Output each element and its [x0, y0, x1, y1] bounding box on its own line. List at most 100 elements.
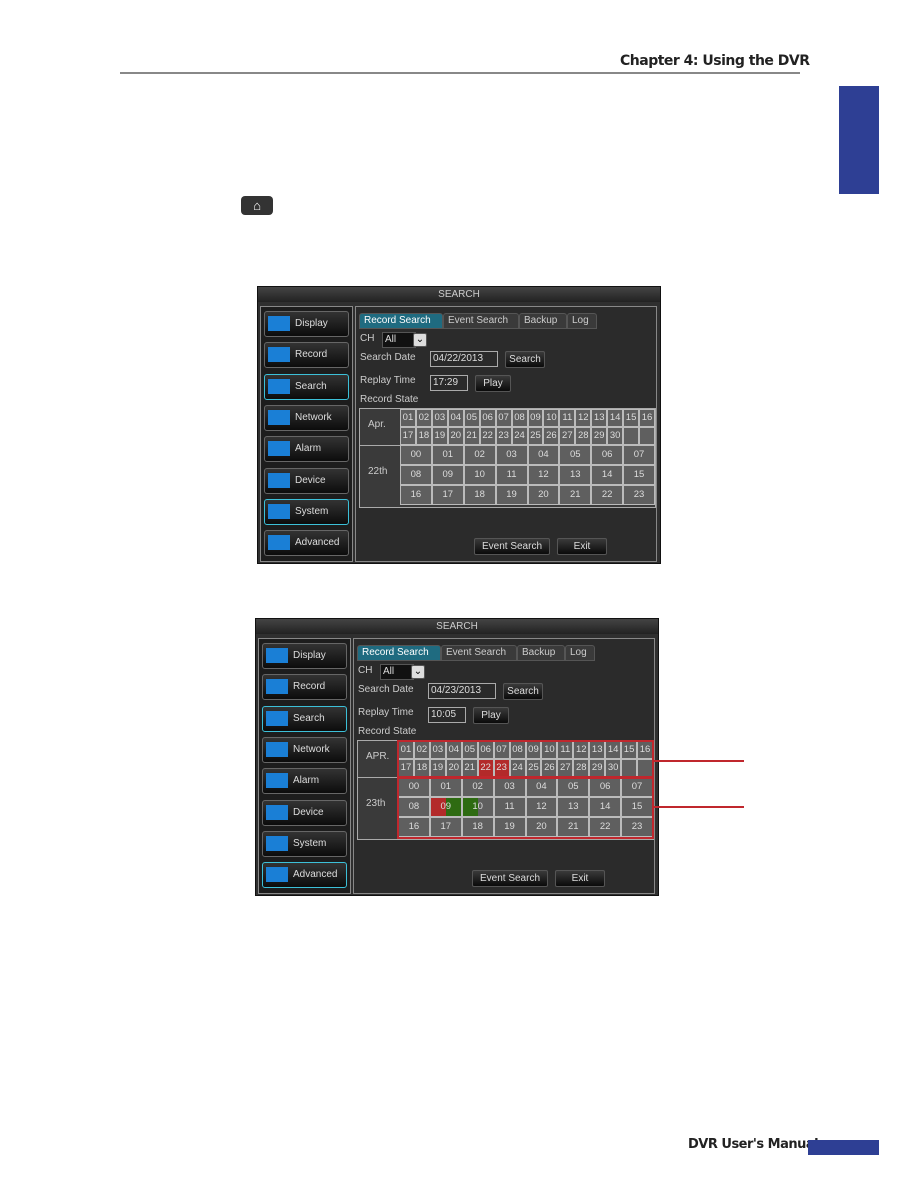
replay-time-input[interactable]: 10:05 [428, 707, 466, 723]
search-date-input[interactable]: 04/23/2013 [428, 683, 496, 699]
menu-item-advanced[interactable]: Advanced [264, 530, 349, 557]
menu-item-system[interactable]: System [264, 498, 349, 525]
day-cell[interactable]: 12 [575, 409, 592, 427]
menu-item-network[interactable]: Network [262, 736, 347, 763]
exit-button[interactable]: Exit [555, 870, 605, 887]
day-cell[interactable]: 26 [543, 427, 560, 445]
day-cell[interactable]: 20 [447, 427, 464, 445]
day-cell[interactable]: 07 [495, 409, 512, 427]
hour-cell[interactable]: 20 [527, 485, 560, 505]
hour-cell[interactable]: 00 [400, 445, 432, 465]
tab-record-search[interactable]: Record Search [359, 313, 443, 329]
menu-item-search[interactable]: Search [264, 373, 349, 400]
day-cell[interactable]: 03 [431, 409, 448, 427]
menu-item-search[interactable]: Search [262, 705, 347, 732]
chevron-down-icon[interactable]: ⌄ [411, 665, 425, 679]
search-date-input[interactable]: 04/22/2013 [430, 351, 498, 367]
day-cell[interactable]: 04 [447, 409, 464, 427]
hour-cell[interactable]: 11 [495, 465, 528, 485]
day-cell[interactable]: 08 [511, 409, 528, 427]
day-cell[interactable]: 19 [431, 427, 448, 445]
replay-time-input[interactable]: 17:29 [430, 375, 468, 391]
network-icon [266, 741, 288, 757]
hour-cell[interactable]: 05 [559, 445, 592, 465]
hour-cell[interactable]: 10 [463, 465, 496, 485]
menu-item-record[interactable]: Record [264, 342, 349, 369]
menu-item-record[interactable]: Record [262, 674, 347, 701]
hour-cell[interactable]: 22 [591, 485, 624, 505]
hour-cell[interactable]: 15 [623, 465, 655, 485]
tab-backup[interactable]: Backup [519, 313, 567, 329]
menu-item-network[interactable]: Network [264, 404, 349, 431]
menu-item-alarm[interactable]: Alarm [264, 436, 349, 463]
day-cell[interactable]: 25 [527, 427, 544, 445]
tab-log[interactable]: Log [567, 313, 597, 329]
tab-event-search[interactable]: Event Search [443, 313, 519, 329]
menu-item-device[interactable]: Device [262, 799, 347, 826]
menu-item-advanced[interactable]: Advanced [262, 862, 347, 889]
ch-select[interactable]: All [382, 332, 416, 348]
record-state-grid: APR. 23th 01 02 03 04 05 06 07 08 09 10 11 12 13 14 15 16… [357, 740, 654, 840]
hour-cell[interactable]: 13 [559, 465, 592, 485]
menu-item-display[interactable]: Display [262, 643, 347, 669]
day-cell[interactable]: 23 [495, 427, 512, 445]
menu-item-device[interactable]: Device [264, 467, 349, 494]
empty-day-cell [639, 427, 655, 445]
hour-cell[interactable]: 08 [400, 465, 432, 485]
menu-item-alarm[interactable]: Alarm [262, 768, 347, 795]
chevron-down-icon[interactable]: ⌄ [413, 333, 427, 347]
hour-cell[interactable]: 04 [527, 445, 560, 465]
play-button[interactable]: Play [473, 707, 509, 724]
day-cell[interactable]: 16 [639, 409, 655, 427]
hour-cell[interactable]: 18 [463, 485, 496, 505]
footer-manual-title: DVR User's Manual [688, 1137, 819, 1152]
hour-cell[interactable]: 07 [623, 445, 655, 465]
menu-item-display[interactable]: Display [264, 311, 349, 337]
search-button[interactable]: Search [505, 351, 545, 368]
play-button[interactable]: Play [475, 375, 511, 392]
hour-cell[interactable]: 03 [495, 445, 528, 465]
day-cell[interactable]: 02 [415, 409, 432, 427]
hour-cell[interactable]: 02 [463, 445, 496, 465]
day-cell[interactable]: 21 [463, 427, 480, 445]
tab-backup[interactable]: Backup [517, 645, 565, 661]
day-cell[interactable]: 15 [623, 409, 640, 427]
day-cell[interactable]: 22 [479, 427, 496, 445]
hour-cell[interactable]: 14 [591, 465, 624, 485]
day-cell[interactable]: 14 [607, 409, 624, 427]
event-search-button[interactable]: Event Search [472, 870, 548, 887]
day-cell[interactable]: 28 [575, 427, 592, 445]
hour-cell[interactable]: 21 [559, 485, 592, 505]
hour-cell[interactable]: 09 [431, 465, 464, 485]
day-cell[interactable]: 24 [511, 427, 528, 445]
menu-item-system[interactable]: System [262, 830, 347, 857]
display-icon [266, 648, 288, 663]
event-search-button[interactable]: Event Search [474, 538, 550, 555]
day-cell[interactable]: 29 [591, 427, 608, 445]
day-cell[interactable]: 09 [527, 409, 544, 427]
day-cell[interactable]: 06 [479, 409, 496, 427]
day-cell[interactable]: 10 [543, 409, 560, 427]
tab-record-search[interactable]: Record Search [357, 645, 441, 661]
day-cell[interactable]: 01 [400, 409, 416, 427]
day-cell[interactable]: 11 [559, 409, 576, 427]
tab-event-search[interactable]: Event Search [441, 645, 517, 661]
hour-cell[interactable]: 01 [431, 445, 464, 465]
hour-cell[interactable]: 17 [431, 485, 464, 505]
day-cell[interactable]: 17 [400, 427, 416, 445]
hour-cell[interactable]: 19 [495, 485, 528, 505]
day-cell[interactable]: 27 [559, 427, 576, 445]
tab-log[interactable]: Log [565, 645, 595, 661]
ch-select[interactable]: All [380, 664, 414, 680]
hour-cell[interactable]: 23 [623, 485, 655, 505]
exit-button[interactable]: Exit [557, 538, 607, 555]
hour-annotation-box [397, 777, 654, 839]
hour-cell[interactable]: 12 [527, 465, 560, 485]
search-button[interactable]: Search [503, 683, 543, 700]
day-cell[interactable]: 05 [463, 409, 480, 427]
day-cell[interactable]: 13 [591, 409, 608, 427]
day-cell[interactable]: 30 [607, 427, 624, 445]
day-cell[interactable]: 18 [415, 427, 432, 445]
hour-cell[interactable]: 06 [591, 445, 624, 465]
hour-cell[interactable]: 16 [400, 485, 432, 505]
